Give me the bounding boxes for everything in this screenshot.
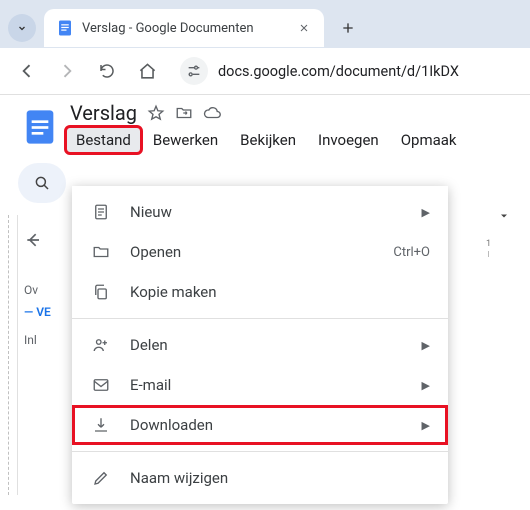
- menuitem-nieuw[interactable]: Nieuw ▶: [72, 192, 448, 232]
- outline-overview[interactable]: Ov: [24, 283, 62, 297]
- submenu-arrow-icon: ▶: [422, 206, 430, 219]
- url-text: docs.google.com/document/d/1IkDX: [218, 63, 459, 80]
- menu-bekijken[interactable]: Bekijken: [230, 127, 306, 153]
- menuitem-downloaden[interactable]: Downloaden ▶: [72, 405, 448, 445]
- arrow-left-icon: [17, 61, 37, 81]
- docs-app-icon[interactable]: [20, 102, 60, 152]
- arrow-left-icon: [24, 230, 44, 250]
- download-icon: [90, 416, 112, 434]
- browser-chrome: Verslag - Google Documenten docs.google.…: [0, 0, 530, 95]
- mail-icon: [90, 376, 112, 394]
- browser-tab[interactable]: Verslag - Google Documenten: [44, 9, 324, 47]
- search-icon: [33, 174, 51, 192]
- forward-button[interactable]: [52, 56, 82, 86]
- folder-icon: [90, 243, 112, 261]
- new-tab-button[interactable]: [332, 12, 364, 44]
- site-info-button[interactable]: [180, 57, 208, 85]
- reload-icon: [98, 62, 116, 80]
- menu-opmaak[interactable]: Opmaak: [391, 127, 467, 153]
- copy-icon: [90, 283, 112, 301]
- docs-header: Verslag Bestand Bewerken Bekijken Invoeg…: [0, 95, 530, 153]
- menu-separator: [72, 318, 448, 319]
- share-icon: [90, 336, 112, 354]
- address-bar[interactable]: docs.google.com/document/d/1IkDX: [172, 57, 518, 85]
- menuitem-kopie-maken[interactable]: Kopie maken: [72, 272, 448, 312]
- menuitem-openen[interactable]: Openen Ctrl+O: [72, 232, 448, 272]
- docs-favicon-icon: [56, 19, 74, 37]
- outline-heading[interactable]: — VE: [24, 305, 62, 319]
- tab-close-button[interactable]: [296, 20, 312, 36]
- submenu-arrow-icon: ▶: [422, 379, 430, 392]
- bestand-dropdown: Nieuw ▶ Openen Ctrl+O Kopie maken Delen …: [72, 186, 448, 504]
- submenu-arrow-icon: ▶: [422, 419, 430, 432]
- tab-list-button[interactable]: [8, 14, 36, 42]
- rename-icon: [90, 469, 112, 487]
- star-button[interactable]: [147, 104, 165, 122]
- menu-bestand[interactable]: Bestand: [66, 127, 141, 153]
- home-button[interactable]: [132, 56, 162, 86]
- submenu-arrow-icon: ▶: [422, 339, 430, 352]
- menuitem-naam-wijzigen[interactable]: Naam wijzigen: [72, 458, 448, 498]
- tab-title: Verslag - Google Documenten: [82, 21, 288, 36]
- document-title[interactable]: Verslag: [70, 101, 137, 125]
- back-button[interactable]: [12, 56, 42, 86]
- move-button[interactable]: [175, 104, 193, 122]
- reload-button[interactable]: [92, 56, 122, 86]
- caret-down-icon: [498, 210, 510, 222]
- toolbar-more-button[interactable]: [498, 210, 510, 222]
- menu-separator: [72, 451, 448, 452]
- home-icon: [138, 62, 157, 81]
- chevron-down-icon: [16, 22, 28, 34]
- menu-invoegen[interactable]: Invoegen: [308, 127, 389, 153]
- shortcut-label: Ctrl+O: [393, 245, 430, 260]
- arrow-right-icon: [57, 61, 77, 81]
- menuitem-delen[interactable]: Delen ▶: [72, 325, 448, 365]
- menu-bewerken[interactable]: Bewerken: [143, 127, 228, 153]
- cloud-status-button[interactable]: [203, 104, 221, 122]
- tune-icon: [186, 63, 202, 79]
- outline-subheading[interactable]: Inl: [24, 333, 62, 347]
- document-icon: [90, 203, 112, 221]
- search-menus-button[interactable]: [18, 163, 66, 203]
- menuitem-email[interactable]: E-mail ▶: [72, 365, 448, 405]
- document-outline: Ov — VE Inl: [18, 215, 68, 495]
- outline-collapse-button[interactable]: [24, 225, 62, 255]
- vertical-ruler: [0, 215, 18, 495]
